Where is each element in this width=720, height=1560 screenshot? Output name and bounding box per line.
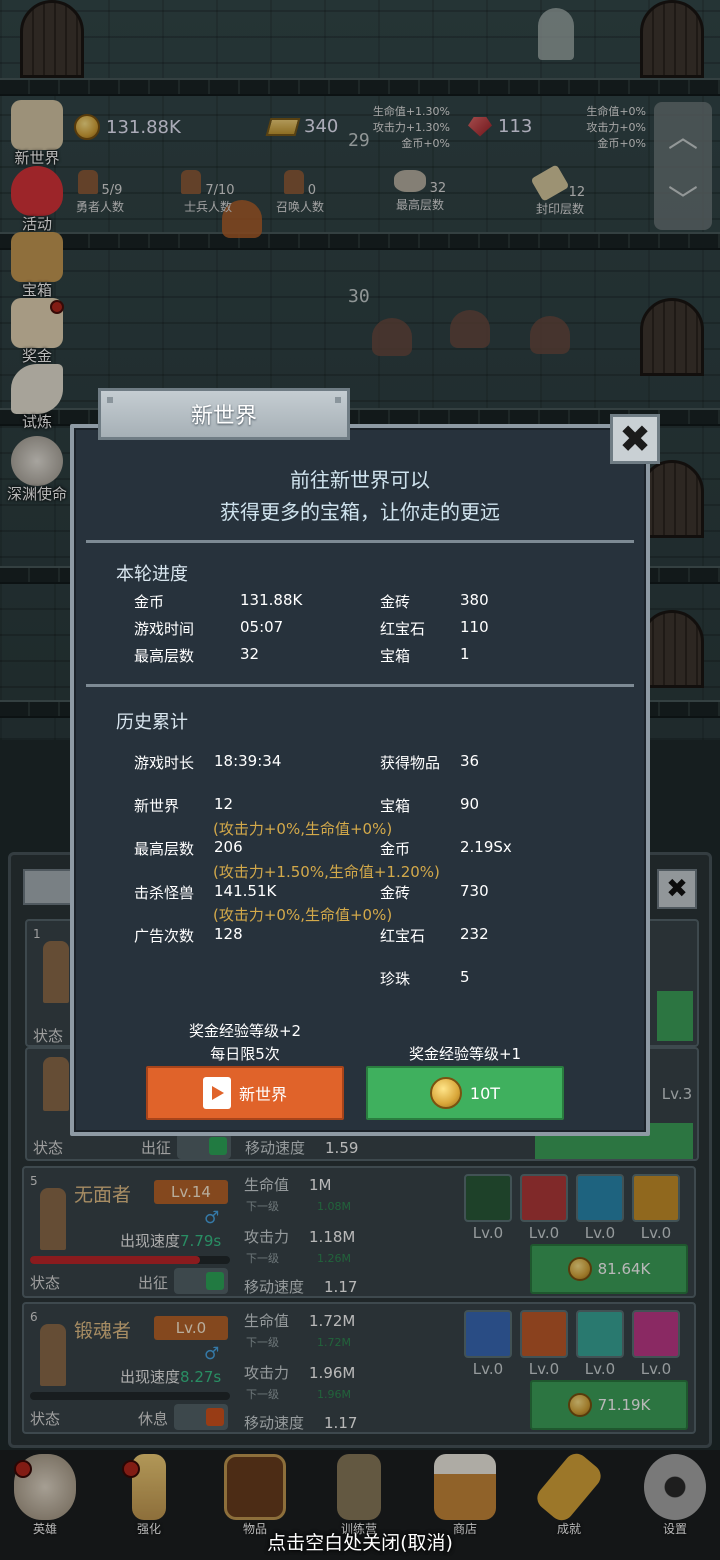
stat-value: 90 [460,795,480,813]
stat-label: 最高层数 [134,840,195,858]
stat-label: 宝箱 [380,647,411,665]
stat-value: 380 [460,591,489,609]
divider [86,540,634,543]
bonus-note: (攻击力+0%,生命值+0%) [213,820,393,838]
button-label: 10T [469,1083,501,1103]
bonus-note: (攻击力+0%,生命值+0%) [213,906,393,924]
divider [86,684,634,687]
stat-label: 最高层数 [134,647,195,665]
stat-value: 05:07 [240,618,284,636]
stat-label: 珍珠 [380,970,411,988]
video-reward-caption: 奖金经验等级+2 [188,1022,302,1040]
stat-value: 110 [460,618,489,636]
stat-label: 红宝石 [380,620,426,638]
stat-value: 141.51K [214,882,277,900]
button-label: 新世界 [238,1085,287,1104]
stat-label: 游戏时间 [134,620,195,638]
daily-limit-caption: 每日限5次 [210,1045,280,1063]
new-world-video-button[interactable]: 新世界 [146,1066,344,1120]
stat-value: 18:39:34 [214,752,282,770]
stat-value: 730 [460,882,489,900]
stat-value: 32 [240,645,260,663]
stat-value: 5 [460,968,470,986]
stat-value: 12 [214,795,234,813]
history-title: 历史累计 [116,712,188,733]
close-hint[interactable]: 点击空白处关闭(取消) [0,1528,720,1555]
bonus-note: (攻击力+1.50%,生命值+1.20%) [213,863,440,881]
stat-value: 131.88K [240,591,303,609]
stat-label: 金币 [134,593,165,611]
stat-label: 获得物品 [380,754,441,772]
stat-label: 击杀怪兽 [134,884,195,902]
stat-label: 红宝石 [380,927,426,945]
coin-icon [429,1077,462,1109]
stat-value: 232 [460,925,489,943]
new-world-coin-button[interactable]: 10T [366,1066,564,1120]
stat-value: 206 [214,838,243,856]
coin-reward-caption: 奖金经验等级+1 [408,1045,522,1063]
stat-label: 金砖 [380,884,411,902]
stat-value: 128 [214,925,243,943]
video-icon [202,1077,231,1109]
stat-label: 金砖 [380,593,411,611]
dialog-title: 新世界 [98,388,350,440]
stat-label: 宝箱 [380,797,411,815]
intro-line-2: 获得更多的宝箱，让你走的更远 [220,500,500,524]
stat-value: 1 [460,645,470,663]
close-icon[interactable]: ✖ [610,414,660,464]
stat-label: 广告次数 [134,927,195,945]
stat-label: 新世界 [134,797,180,815]
stat-value: 2.19Sx [460,838,512,856]
intro-line-1: 前往新世界可以 [290,468,430,492]
stat-label: 游戏时长 [134,754,195,772]
round-progress-title: 本轮进度 [116,564,188,585]
stat-value: 36 [460,752,480,770]
stat-label: 金币 [380,840,411,858]
